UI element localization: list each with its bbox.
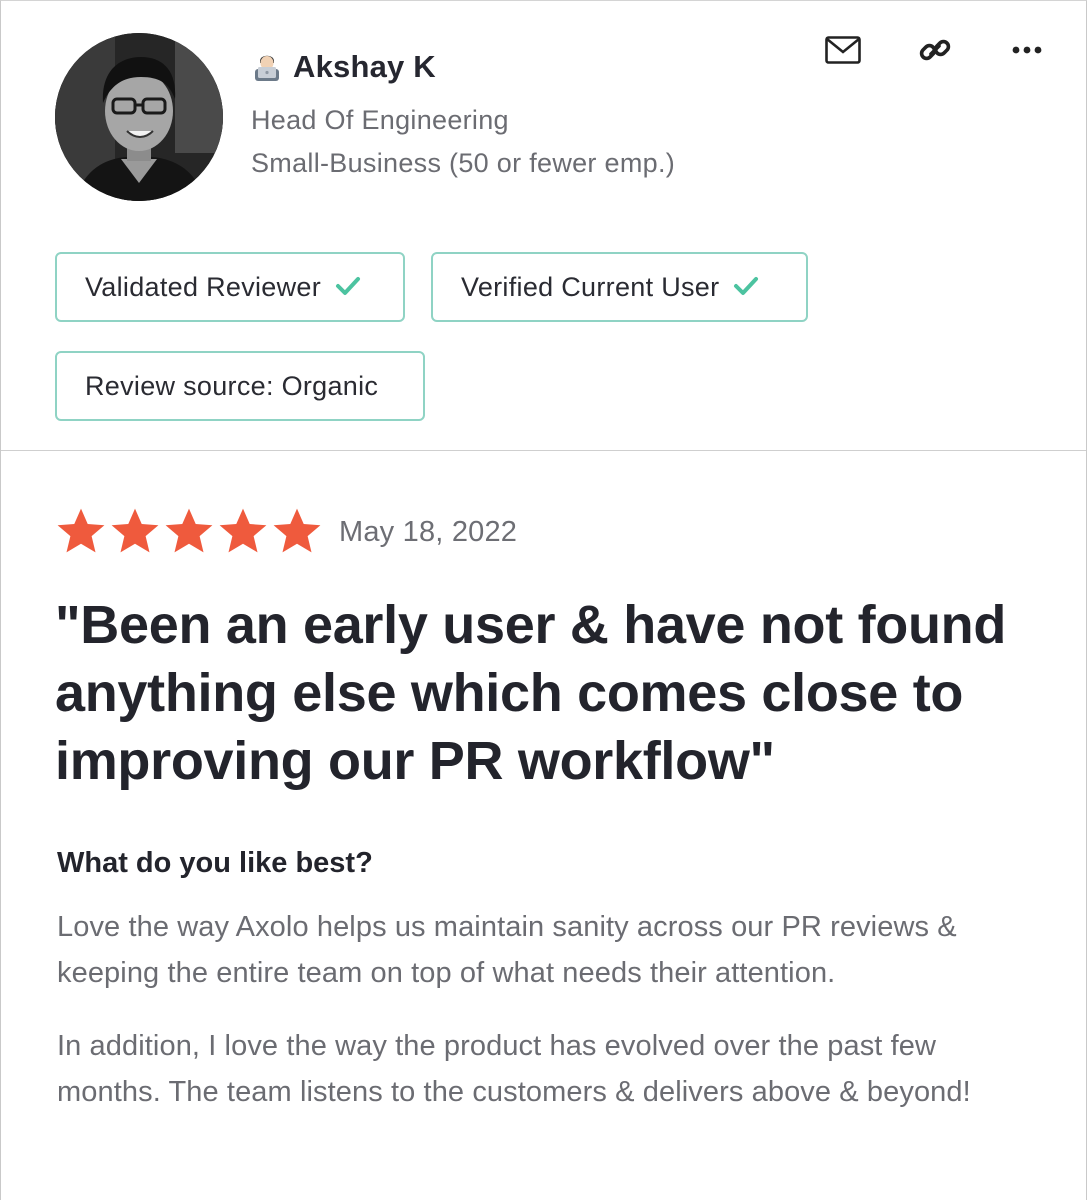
- validated-reviewer-badge[interactable]: Validated Reviewer: [55, 252, 405, 322]
- validated-reviewer-label: Validated Reviewer: [85, 271, 322, 302]
- reviewer-section: Akshay K Head Of Engineering Small-Busin…: [1, 1, 1086, 451]
- review-question: What do you like best?: [57, 847, 373, 879]
- checkmark-icon: [321, 272, 361, 303]
- star-rating: [55, 506, 323, 558]
- rating-row: May 18, 2022: [55, 506, 517, 558]
- checkmark-icon: [719, 272, 759, 303]
- review-actions: [824, 31, 1046, 69]
- review-source-badge[interactable]: Review source: Organic: [55, 351, 425, 421]
- envelope-icon[interactable]: [824, 31, 862, 69]
- star-icon: [219, 508, 267, 553]
- star-icon: [57, 508, 105, 553]
- reviewer-role: Head Of Engineering: [251, 105, 509, 135]
- link-icon[interactable]: [916, 31, 954, 69]
- review-answer-paragraph: Love the way Axolo helps us maintain san…: [57, 911, 957, 989]
- verified-current-user-badge[interactable]: Verified Current User: [431, 252, 808, 322]
- avatar: [55, 33, 223, 201]
- verified-current-user-label: Verified Current User: [461, 271, 720, 302]
- reviewer-company-size: Small-Business (50 or fewer emp.): [251, 148, 676, 178]
- review-card: Akshay K Head Of Engineering Small-Busin…: [0, 0, 1087, 1200]
- review-date: May 18, 2022: [339, 515, 518, 548]
- star-icon: [111, 508, 159, 553]
- technologist-emoji-icon: [251, 49, 293, 86]
- review-source-label: Review source: Organic: [85, 370, 379, 401]
- review-answer-paragraph: In addition, I love the way the product …: [57, 1030, 971, 1108]
- reviewer-name-row: Akshay K: [251, 46, 436, 88]
- reviewer-name[interactable]: Akshay K: [293, 49, 436, 85]
- star-icon: [273, 508, 321, 553]
- star-icon: [165, 508, 213, 553]
- review-title: "Been an early user & have not found any…: [55, 595, 1007, 791]
- more-dots-icon[interactable]: [1008, 31, 1046, 69]
